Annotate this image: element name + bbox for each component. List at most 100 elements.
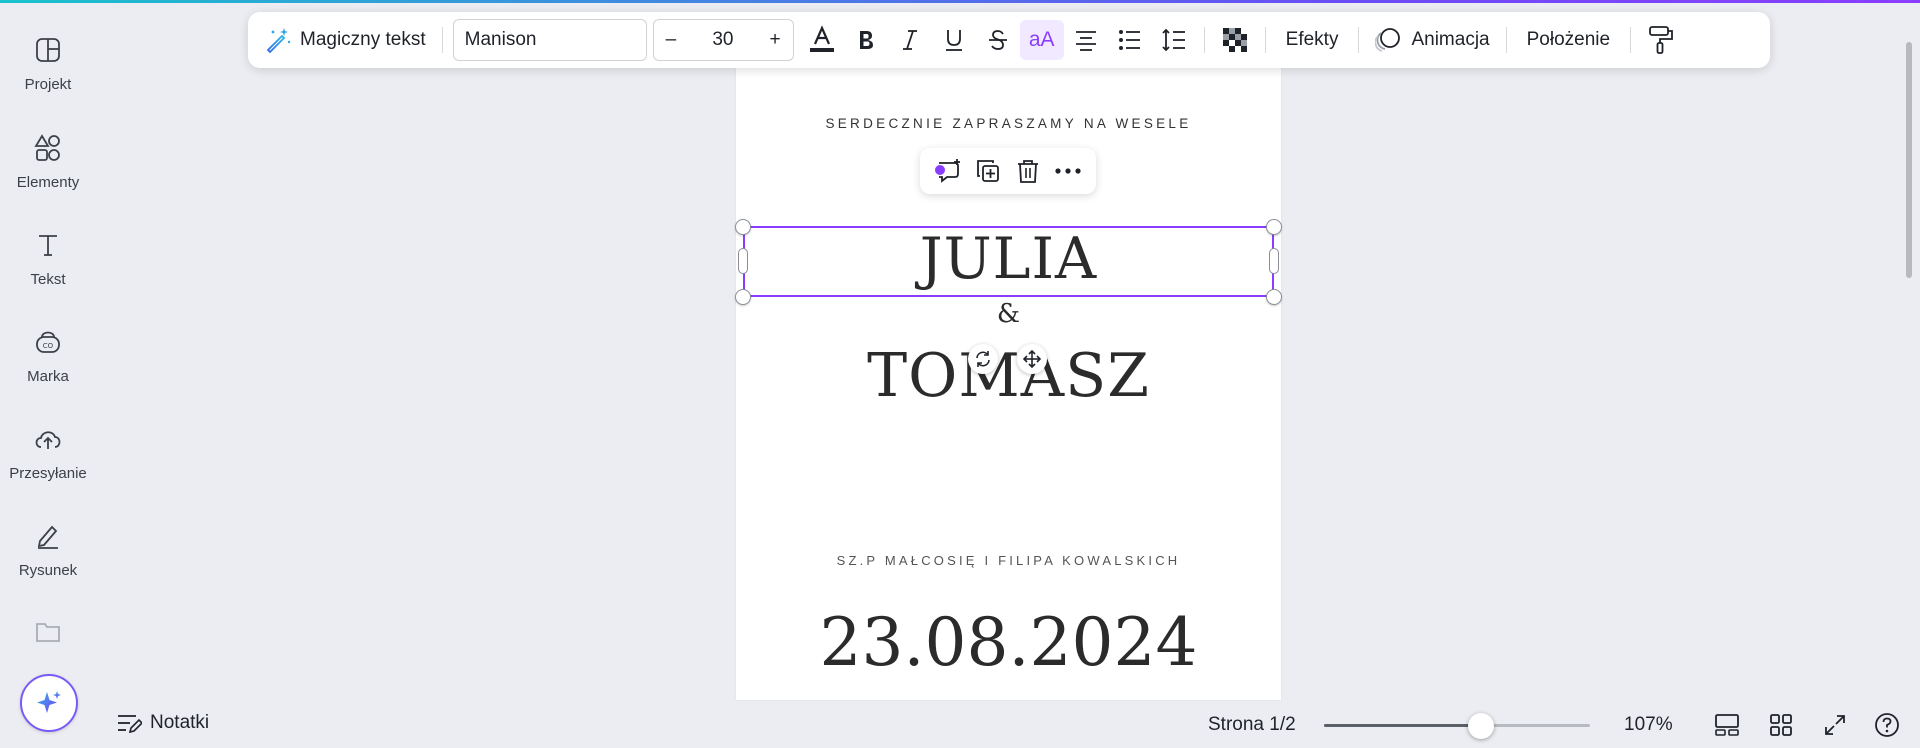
- animation-icon: [1375, 28, 1401, 52]
- magic-text-label: Magiczny tekst: [300, 29, 426, 50]
- sidebar-item-label: Marka: [27, 368, 69, 385]
- animation-button[interactable]: Animacja: [1367, 20, 1497, 60]
- help-button[interactable]: [1872, 710, 1902, 740]
- notes-icon: [118, 715, 142, 734]
- parents-text[interactable]: SZ.P MAŁCOSIĘ I FILIPA KOWALSKICH: [736, 553, 1281, 568]
- sidebar-item-label: Przesyłanie: [9, 465, 87, 482]
- sidebar-item-label: Tekst: [30, 271, 66, 288]
- toolbar-divider: [1630, 27, 1632, 53]
- text-color-button[interactable]: [800, 20, 844, 60]
- more-options-button[interactable]: [1051, 154, 1085, 188]
- list-button[interactable]: [1108, 20, 1152, 60]
- sidebar-item-tekst[interactable]: Tekst: [0, 227, 96, 288]
- rotate-handle[interactable]: [968, 344, 998, 374]
- bold-button[interactable]: [844, 20, 888, 60]
- resize-handle-top-left[interactable]: [735, 219, 751, 235]
- bullet-list-icon: [1118, 30, 1140, 50]
- comment-button[interactable]: [931, 154, 965, 188]
- underline-icon: [945, 30, 962, 51]
- ampersand-text[interactable]: &: [736, 299, 1281, 329]
- strikethrough-button[interactable]: [976, 20, 1020, 60]
- page-indicator[interactable]: Strona 1/2: [1208, 714, 1296, 736]
- resize-handle-right[interactable]: [1269, 248, 1279, 274]
- fullscreen-button[interactable]: [1820, 710, 1850, 740]
- toolbar-divider: [1358, 27, 1360, 53]
- draw-icon: [30, 518, 66, 554]
- left-sidebar: Projekt Elementy Tekst CO Marka Przesyła…: [0, 0, 96, 732]
- notes-label: Notatki: [150, 712, 210, 733]
- comment-add-icon: [935, 159, 960, 183]
- increase-font-size-button[interactable]: +: [770, 29, 781, 51]
- toolbar-divider: [1203, 27, 1205, 53]
- sidebar-item-rysunek[interactable]: Rysunek: [0, 518, 96, 579]
- resize-handle-bottom-right[interactable]: [1266, 289, 1282, 305]
- transparency-button[interactable]: [1213, 20, 1257, 60]
- help-icon: [1875, 713, 1899, 737]
- paint-roller-icon: [1649, 26, 1673, 54]
- position-button[interactable]: Położenie: [1515, 20, 1622, 60]
- sidebar-item-elementy[interactable]: Elementy: [0, 130, 96, 191]
- underline-button[interactable]: [932, 20, 976, 60]
- shapes-icon: [30, 130, 66, 166]
- resize-handle-left[interactable]: [738, 248, 748, 274]
- delete-button[interactable]: [1011, 154, 1045, 188]
- decrease-font-size-button[interactable]: –: [666, 29, 677, 51]
- letter-case-button[interactable]: aA: [1019, 20, 1064, 60]
- page-view-button[interactable]: [1712, 710, 1742, 740]
- italic-button[interactable]: [888, 20, 932, 60]
- magic-text-button[interactable]: Magiczny tekst: [256, 20, 434, 60]
- notes-button[interactable]: Notatki: [116, 712, 209, 734]
- font-size-input[interactable]: 30: [712, 29, 733, 51]
- effects-button[interactable]: Efekty: [1274, 20, 1351, 60]
- sidebar-item-label: Projekt: [24, 76, 72, 93]
- sidebar-item-przesylanie[interactable]: Przesyłanie: [0, 421, 96, 482]
- toolbar-divider: [441, 27, 443, 53]
- move-icon: [1023, 350, 1041, 368]
- zoom-slider-fill: [1324, 724, 1481, 727]
- resize-handle-top-right[interactable]: [1266, 219, 1282, 235]
- grid-view-button[interactable]: [1766, 710, 1796, 740]
- rotate-icon: [976, 351, 990, 367]
- sparkle-icon: [37, 691, 61, 713]
- sidebar-item-label: Elementy: [16, 174, 80, 191]
- brand-icon: CO: [30, 324, 66, 360]
- grid-icon: [1770, 714, 1792, 736]
- duplicate-button[interactable]: [971, 154, 1005, 188]
- bold-icon: [859, 31, 873, 49]
- fullscreen-icon: [1825, 715, 1845, 735]
- zoom-level[interactable]: 107%: [1624, 714, 1673, 736]
- resize-handle-bottom-left[interactable]: [735, 289, 751, 305]
- transparency-icon: [1222, 28, 1247, 52]
- zoom-slider-thumb[interactable]: [1467, 713, 1494, 739]
- text-align-button[interactable]: [1064, 20, 1108, 60]
- magic-wand-icon: [266, 28, 291, 54]
- selection-frame: [743, 226, 1274, 297]
- wedding-date-text[interactable]: 23.08.2024: [736, 604, 1281, 681]
- line-spacing-icon: [1162, 28, 1185, 52]
- sidebar-item-projekt[interactable]: Projekt: [0, 32, 96, 93]
- text-icon: [30, 227, 66, 263]
- toolbar-divider: [1505, 27, 1507, 53]
- layout-icon: [30, 32, 66, 68]
- letter-case-label: aA: [1028, 28, 1055, 51]
- vertical-scrollbar[interactable]: [1906, 42, 1912, 278]
- animation-label: Animacja: [1411, 29, 1490, 50]
- groom-name-text[interactable]: TOMASZ: [736, 341, 1281, 411]
- copy-style-button[interactable]: [1639, 20, 1683, 60]
- spacing-button[interactable]: [1152, 20, 1196, 60]
- invite-heading[interactable]: SERDECZNIE ZAPRASZAMY NA WESELE: [736, 116, 1281, 131]
- sidebar-item-marka[interactable]: CO Marka: [0, 324, 96, 385]
- zoom-slider[interactable]: [1324, 713, 1590, 739]
- cloud-upload-icon: [30, 421, 66, 457]
- move-handle[interactable]: [1017, 344, 1047, 374]
- more-icon: [1055, 168, 1081, 174]
- element-quick-actions: [920, 148, 1096, 194]
- bottom-bar: Notatki Strona 1/2 107%: [96, 700, 1920, 748]
- font-family-select[interactable]: Manison: [452, 19, 647, 61]
- pages-view-icon: [1715, 714, 1739, 736]
- magic-assistant-button[interactable]: [20, 674, 78, 732]
- trash-icon: [1018, 160, 1038, 183]
- sidebar-item-folder[interactable]: [0, 614, 96, 650]
- duplicate-icon: [977, 160, 999, 182]
- sidebar-item-label: Rysunek: [18, 562, 78, 579]
